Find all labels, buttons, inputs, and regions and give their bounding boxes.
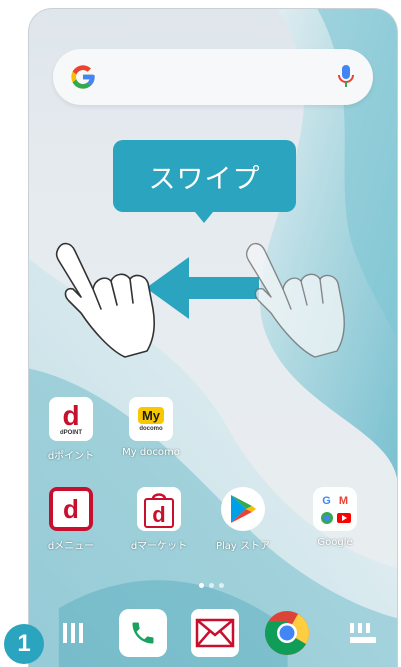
google-g-mini: G [322,494,331,507]
app-mydocomo[interactable]: My docomo My docomo [113,397,189,458]
swipe-left-arrow-icon [146,257,259,319]
app-dpoint[interactable]: d dPOINT dポイント [33,397,109,462]
dpoint-icon: d dPOINT [49,397,93,441]
mydocomo-icon: My docomo [129,397,173,441]
hand-start-position-icon [245,242,345,358]
app-google-folder[interactable]: G M Google [297,487,373,548]
dmenu-logo-letter: d [53,491,89,527]
app-dmarket[interactable]: d dマーケット [121,487,197,552]
phone-app-icon[interactable] [119,609,167,657]
app-label: dポイント [47,451,95,462]
recent-apps-icon[interactable] [61,609,85,657]
app-playstore[interactable]: Play ストア [205,487,281,552]
app-label: Google [317,537,353,548]
app-drawer-icon[interactable] [343,609,383,657]
tutorial-stage: G スワイプ [0,0,401,667]
app-label: Play ストア [215,541,271,552]
dmenu-icon: d [49,487,93,531]
dmarket-bag-graphic: d [144,493,174,528]
hand-pointer-icon [55,242,155,358]
youtube-mini-icon [335,509,352,526]
play-store-icon [221,487,265,531]
google-folder-icon: G M [313,487,357,531]
step-number-badge: 1 [4,624,44,664]
dmarket-logo-letter: d [152,502,165,527]
mydocomo-logo-sub: docomo [139,425,163,432]
dpoint-logo-letter: d [62,400,80,431]
app-dmenu[interactable]: d dメニュー [33,487,109,552]
mail-app-icon[interactable] [191,609,239,657]
app-label: dマーケット [130,541,188,552]
gmail-mini: M [338,494,349,507]
shopping-bag-icon: d [137,487,181,531]
page-dot [209,583,214,588]
page-dot [199,583,204,588]
mydocomo-logo-text: My [137,406,165,424]
page-indicator [199,583,224,588]
play-triangle-graphic [231,495,256,523]
swipe-gesture-illustration [55,242,345,358]
maps-mini-icon [318,509,335,526]
phone-screen: G スワイプ [28,8,398,667]
dpoint-logo-sub: dPOINT [60,430,82,436]
page-dot [219,583,224,588]
app-label: My docomo [122,447,180,458]
app-label: dメニュー [47,541,95,552]
chrome-app-icon[interactable] [263,609,311,657]
